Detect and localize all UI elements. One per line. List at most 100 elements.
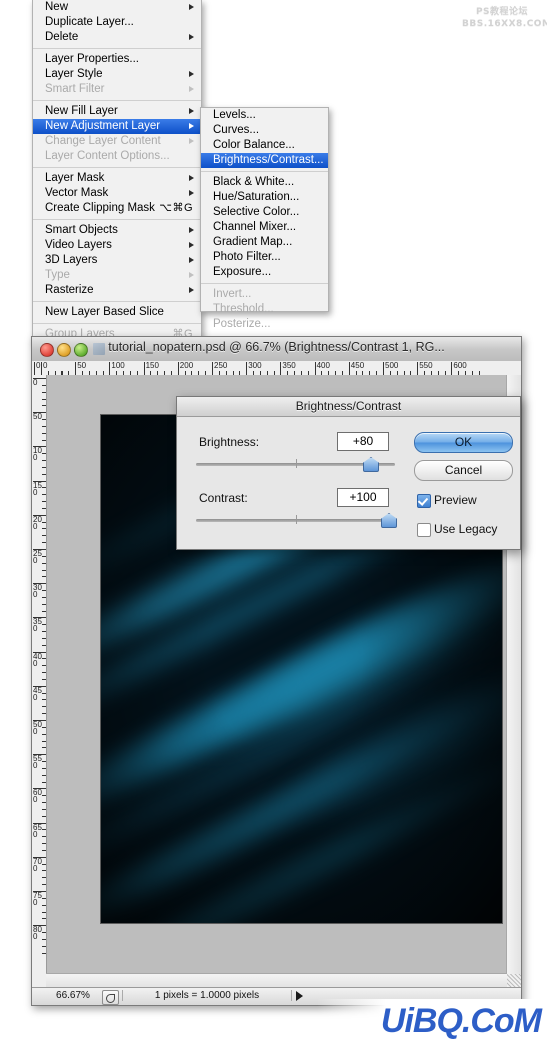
watermark-line-1: PS教程论坛 bbox=[475, 7, 529, 17]
ruler-minor-tick bbox=[42, 555, 46, 557]
ruler-tick-label: 350 bbox=[282, 361, 296, 370]
ruler-minor-tick bbox=[42, 439, 46, 441]
submenu-item-gradient-map[interactable]: Gradient Map... bbox=[201, 235, 328, 250]
brightness-input[interactable]: +80 bbox=[337, 432, 389, 451]
menu-item-label: Exposure... bbox=[213, 266, 272, 278]
menu-item-label: 3D Layers bbox=[45, 254, 98, 266]
resize-grip[interactable] bbox=[507, 974, 521, 988]
menu-item-change-layer-content: Change Layer Content bbox=[33, 134, 201, 149]
menu-separator bbox=[33, 167, 201, 168]
menu-item-create-clipping-mask[interactable]: Create Clipping Mask ⌥⌘G bbox=[33, 201, 201, 216]
horizontal-scrollbar[interactable] bbox=[46, 973, 507, 988]
ruler-tick-label: 50 bbox=[33, 412, 42, 422]
status-thumbnail-icon[interactable] bbox=[102, 990, 119, 1005]
menu-item-new-adjustment-layer[interactable]: New Adjustment Layer bbox=[33, 119, 201, 134]
ruler-tick-label: 400 bbox=[33, 651, 42, 668]
ruler-minor-tick bbox=[42, 460, 46, 462]
preview-checkbox[interactable] bbox=[417, 494, 431, 508]
ruler-major-tick bbox=[33, 856, 46, 858]
chevron-right-icon bbox=[189, 272, 194, 278]
submenu-item-black-white[interactable]: Black & White... bbox=[201, 175, 328, 190]
menu-separator bbox=[33, 100, 201, 101]
menu-item-3d-layers[interactable]: 3D Layers bbox=[33, 253, 201, 268]
contrast-slider[interactable] bbox=[196, 513, 397, 528]
brightness-slider-thumb[interactable] bbox=[363, 457, 379, 472]
menu-item-label: New Layer Based Slice bbox=[45, 306, 164, 318]
chevron-right-icon bbox=[189, 190, 194, 196]
submenu-item-channel-mixer[interactable]: Channel Mixer... bbox=[201, 220, 328, 235]
ruler-minor-tick bbox=[42, 466, 46, 468]
ruler-minor-tick bbox=[42, 432, 46, 434]
menu-item-label: Black & White... bbox=[213, 176, 295, 188]
chevron-right-icon bbox=[189, 257, 194, 263]
contrast-input[interactable]: +100 bbox=[337, 488, 389, 507]
menu-item-video-layers[interactable]: Video Layers bbox=[33, 238, 201, 253]
ruler-major-tick bbox=[383, 362, 384, 375]
ruler-minor-tick bbox=[42, 576, 46, 578]
submenu-item-selective-color[interactable]: Selective Color... bbox=[201, 205, 328, 220]
ruler-minor-tick bbox=[42, 781, 46, 783]
menu-item-new-fill-layer[interactable]: New Fill Layer bbox=[33, 104, 201, 119]
ruler-major-tick bbox=[34, 362, 35, 375]
ruler-minor-tick bbox=[42, 665, 46, 667]
submenu-item-curves[interactable]: Curves... bbox=[201, 123, 328, 138]
ruler-major-tick bbox=[109, 362, 111, 375]
menu-item-label: New Adjustment Layer bbox=[45, 120, 161, 132]
zoom-level[interactable]: 66.67% bbox=[46, 990, 100, 1001]
ruler-tick-label: 600 bbox=[33, 788, 42, 805]
ruler-minor-tick bbox=[42, 849, 46, 851]
ruler-tick-label: 750 bbox=[33, 891, 42, 907]
ruler-major-tick bbox=[41, 362, 42, 375]
new-adjustment-layer-submenu[interactable]: Levels... Curves... Color Balance... Bright… bbox=[200, 107, 329, 330]
menu-item-new-layer-based-slice[interactable]: New Layer Based Slice bbox=[33, 305, 201, 320]
ruler-tick-label: 550 bbox=[33, 754, 42, 771]
menu-item-label: Curves... bbox=[213, 124, 260, 136]
ruler-minor-tick bbox=[42, 384, 46, 386]
menu-item-new[interactable]: New bbox=[33, 0, 201, 15]
submenu-item-levels[interactable]: Levels... bbox=[201, 108, 328, 123]
ruler-tick-label: 500 bbox=[33, 720, 42, 736]
submenu-item-brightness-contrast[interactable]: Brightness/Contrast... bbox=[201, 153, 328, 168]
submenu-item-photo-filter[interactable]: Photo Filter... bbox=[201, 250, 328, 265]
layer-menu[interactable]: New Duplicate Layer... Delete Layer Propert… bbox=[32, 0, 202, 370]
menu-item-label: Layer Mask bbox=[45, 172, 105, 184]
menu-item-layer-properties[interactable]: Layer Properties... bbox=[33, 52, 201, 67]
contrast-label: Contrast: bbox=[199, 491, 248, 505]
ruler-minor-tick bbox=[42, 692, 46, 694]
ruler-minor-tick bbox=[42, 945, 46, 947]
window-titlebar[interactable]: tutorial_nopatern.psd @ 66.7% (Brightnes… bbox=[32, 337, 521, 362]
contrast-slider-thumb[interactable] bbox=[381, 513, 397, 528]
ruler-minor-tick bbox=[42, 596, 46, 598]
status-menu-arrow-icon[interactable] bbox=[296, 991, 303, 1001]
submenu-item-hue-saturation[interactable]: Hue/Saturation... bbox=[201, 190, 328, 205]
menu-item-smart-objects[interactable]: Smart Objects bbox=[33, 223, 201, 238]
submenu-item-exposure[interactable]: Exposure... bbox=[201, 265, 328, 280]
ruler-major-tick bbox=[246, 362, 248, 375]
ruler-minor-tick bbox=[42, 726, 46, 728]
site-watermark-top: PS教程论坛 BBS.16XX8.COM bbox=[462, 6, 547, 32]
document-title: tutorial_nopatern.psd @ 66.7% (Brightnes… bbox=[108, 340, 445, 354]
menu-item-layer-style[interactable]: Layer Style bbox=[33, 67, 201, 82]
ruler-minor-tick bbox=[42, 952, 46, 954]
menu-item-rasterize[interactable]: Rasterize bbox=[33, 283, 201, 298]
ruler-tick-label: 200 bbox=[179, 361, 194, 370]
menu-item-label: Gradient Map... bbox=[213, 236, 293, 248]
ok-button[interactable]: OK bbox=[414, 432, 513, 453]
submenu-item-color-balance[interactable]: Color Balance... bbox=[201, 138, 328, 153]
cancel-button[interactable]: Cancel bbox=[414, 460, 513, 481]
ruler-major-tick bbox=[33, 788, 46, 790]
ruler-minor-tick bbox=[42, 747, 46, 749]
menu-item-delete[interactable]: Delete bbox=[33, 30, 201, 45]
menu-item-layer-mask[interactable]: Layer Mask bbox=[33, 171, 201, 186]
use-legacy-checkbox[interactable] bbox=[417, 523, 431, 537]
menu-item-duplicate-layer[interactable]: Duplicate Layer... bbox=[33, 15, 201, 30]
ruler-tick-label: 400 bbox=[316, 361, 330, 370]
ruler-tick-label: 700 bbox=[33, 856, 42, 873]
ruler-minor-tick bbox=[42, 938, 46, 940]
brightness-slider[interactable] bbox=[196, 457, 395, 472]
ruler-minor-tick bbox=[42, 774, 46, 776]
ruler-minor-tick bbox=[42, 713, 46, 715]
ruler-major-tick bbox=[417, 362, 419, 375]
menu-item-vector-mask[interactable]: Vector Mask bbox=[33, 186, 201, 201]
menu-item-label: Smart Objects bbox=[45, 224, 118, 236]
